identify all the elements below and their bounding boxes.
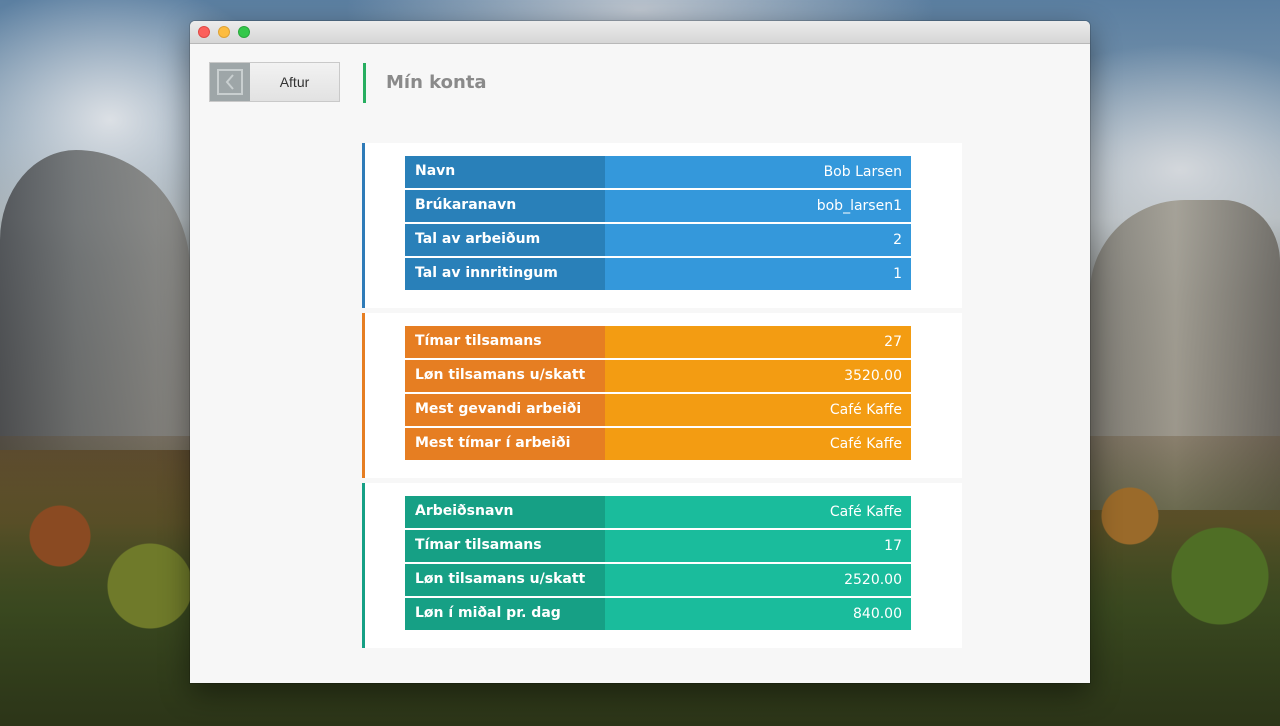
wallpaper-rock-left	[0, 150, 190, 450]
table-row: Navn Bob Larsen	[405, 156, 911, 188]
row-label: Mest gevandi arbeiði	[405, 394, 605, 426]
window-titlebar[interactable]	[190, 21, 1090, 44]
row-value: 840.00	[605, 598, 911, 630]
table-row: Tímar tilsamans 17	[405, 530, 911, 562]
row-label: Navn	[405, 156, 605, 188]
table-row: Løn tilsamans u/skatt 3520.00	[405, 360, 911, 392]
row-value: Café Kaffe	[605, 394, 911, 426]
table-row: Tal av arbeiðum 2	[405, 224, 911, 256]
row-label: Løn tilsamans u/skatt	[405, 360, 605, 392]
zoom-window-button[interactable]	[238, 26, 250, 38]
job-table: Arbeiðsnavn Café Kaffe Tímar tilsamans 1…	[405, 496, 911, 632]
table-row: Tímar tilsamans 27	[405, 326, 911, 358]
close-window-button[interactable]	[198, 26, 210, 38]
app-window: Aftur Mín konta Navn Bob Larsen Brúkaran…	[190, 21, 1090, 683]
table-row: Brúkaranavn bob_larsen1	[405, 190, 911, 222]
row-label: Arbeiðsnavn	[405, 496, 605, 528]
title-accent-bar	[363, 63, 366, 103]
row-value: 1	[605, 258, 911, 290]
job-section: Arbeiðsnavn Café Kaffe Tímar tilsamans 1…	[362, 483, 962, 648]
row-value: 17	[605, 530, 911, 562]
chevron-left-icon	[217, 69, 243, 95]
back-button[interactable]: Aftur	[209, 62, 340, 102]
back-icon-box	[210, 63, 250, 101]
row-label: Løn tilsamans u/skatt	[405, 564, 605, 596]
table-row: Løn í miðal pr. dag 840.00	[405, 598, 911, 630]
table-row: Mest gevandi arbeiði Café Kaffe	[405, 394, 911, 426]
row-value: bob_larsen1	[605, 190, 911, 222]
row-value: 2520.00	[605, 564, 911, 596]
minimize-window-button[interactable]	[218, 26, 230, 38]
row-label: Brúkaranavn	[405, 190, 605, 222]
row-value: Café Kaffe	[605, 496, 911, 528]
row-value: 2	[605, 224, 911, 256]
totals-table: Tímar tilsamans 27 Løn tilsamans u/skatt…	[405, 326, 911, 462]
row-label: Tímar tilsamans	[405, 530, 605, 562]
totals-section: Tímar tilsamans 27 Løn tilsamans u/skatt…	[362, 313, 962, 478]
user-info-table: Navn Bob Larsen Brúkaranavn bob_larsen1 …	[405, 156, 911, 292]
row-value: 27	[605, 326, 911, 358]
page-title: Mín konta	[386, 72, 487, 93]
table-row: Tal av innritingum 1	[405, 258, 911, 290]
row-label: Løn í miðal pr. dag	[405, 598, 605, 630]
row-label: Tímar tilsamans	[405, 326, 605, 358]
row-label: Tal av arbeiðum	[405, 224, 605, 256]
user-info-section: Navn Bob Larsen Brúkaranavn bob_larsen1 …	[362, 143, 962, 308]
table-row: Arbeiðsnavn Café Kaffe	[405, 496, 911, 528]
row-value: Café Kaffe	[605, 428, 911, 460]
row-value: 3520.00	[605, 360, 911, 392]
row-label: Mest tímar í arbeiði	[405, 428, 605, 460]
table-row: Løn tilsamans u/skatt 2520.00	[405, 564, 911, 596]
row-value: Bob Larsen	[605, 156, 911, 188]
table-row: Mest tímar í arbeiði Café Kaffe	[405, 428, 911, 460]
row-label: Tal av innritingum	[405, 258, 605, 290]
back-button-label: Aftur	[250, 63, 339, 101]
